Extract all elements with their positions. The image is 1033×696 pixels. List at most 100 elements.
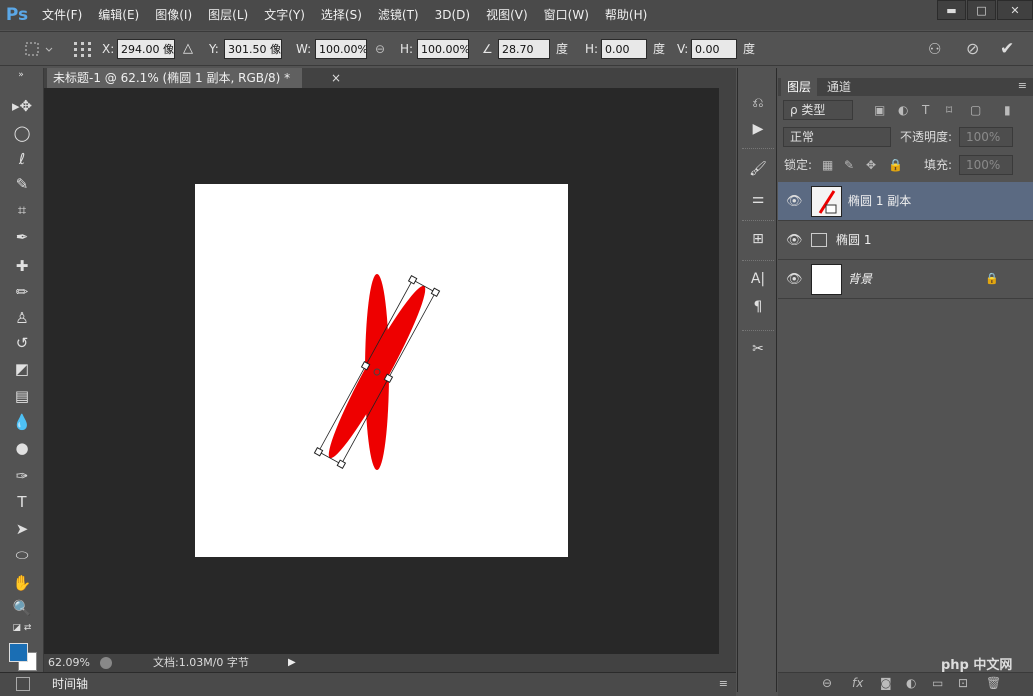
menu-layer[interactable]: 图层(L) — [200, 0, 256, 30]
zoom-level[interactable]: 62.09% — [48, 654, 90, 672]
eyedropper-icon[interactable]: ✒ — [9, 225, 35, 249]
lock-position-icon[interactable]: ✥ — [866, 155, 876, 175]
lock-pixels-icon[interactable]: ✎ — [844, 155, 854, 175]
lock-all-icon[interactable]: 🔒 — [888, 155, 903, 175]
layer-filter-select[interactable]: ρ 类型 — [783, 100, 853, 120]
tab-close-icon[interactable]: × — [331, 68, 341, 88]
swap-colors-icon[interactable]: ◪ ⇄ — [9, 621, 35, 635]
timeline-menu-icon[interactable]: ≡ — [719, 677, 728, 690]
history-panel-icon[interactable]: ⎌ — [746, 92, 770, 114]
maximize-button[interactable]: □ — [967, 0, 996, 20]
menu-filter[interactable]: 滤镜(T) — [370, 0, 427, 30]
type-tool-icon[interactable]: T — [9, 490, 35, 514]
menu-type[interactable]: 文字(Y) — [256, 0, 313, 30]
link-layers-icon[interactable]: ⊖ — [822, 676, 832, 690]
properties-panel-icon[interactable]: ✂ — [746, 338, 770, 360]
eraser-icon[interactable]: ◩ — [9, 357, 35, 381]
timeline-icon[interactable] — [16, 677, 30, 691]
menu-view[interactable]: 视图(V) — [478, 0, 536, 30]
visibility-eye-icon[interactable]: 👁 — [786, 194, 803, 209]
fill-field[interactable]: 100% — [959, 155, 1013, 175]
new-group-icon[interactable]: ▭ — [932, 676, 943, 690]
panel-menu-icon[interactable]: ≡ — [1018, 79, 1027, 92]
visibility-eye-icon[interactable]: 👁 — [786, 233, 803, 248]
tool-presets-icon[interactable]: 🖌 — [746, 158, 770, 180]
menu-help[interactable]: 帮助(H) — [597, 0, 655, 30]
warp-icon[interactable]: ⚇ — [928, 32, 941, 65]
pen-tool-icon[interactable]: ✑ — [9, 464, 35, 488]
menu-file[interactable]: 文件(F) — [34, 0, 90, 30]
transform-tool-icon[interactable] — [22, 32, 54, 65]
timeline-tab[interactable]: 时间轴 — [52, 675, 88, 692]
status-menu-icon[interactable] — [100, 657, 112, 669]
gradient-tool-icon[interactable]: ▤ — [9, 384, 35, 408]
tab-layers[interactable]: 图层 — [781, 78, 818, 96]
history-brush-icon[interactable]: ↺ — [9, 331, 35, 355]
filter-smart-object-icon[interactable]: ▢ — [970, 100, 981, 120]
layer-row-ellipse-copy[interactable]: 👁 椭圆 1 副本 — [778, 182, 1033, 221]
menu-window[interactable]: 窗口(W) — [536, 0, 597, 30]
brush-tool-icon[interactable]: ✏ — [9, 280, 35, 304]
x-field[interactable]: 294.00 像 — [117, 39, 175, 59]
layer-style-icon[interactable]: fx — [852, 676, 863, 690]
canvas-area[interactable] — [44, 88, 719, 654]
filter-pixel-icon[interactable]: ▣ — [874, 100, 885, 120]
reference-point-icon[interactable] — [72, 32, 94, 65]
filter-shape-icon[interactable]: ⌑ — [946, 100, 952, 120]
menu-select[interactable]: 选择(S) — [313, 0, 370, 30]
menu-image[interactable]: 图像(I) — [147, 0, 200, 30]
paragraph-panel-icon[interactable]: ¶ — [746, 296, 770, 318]
clone-stamp-icon[interactable]: ♙ — [9, 306, 35, 330]
document-canvas[interactable] — [195, 184, 568, 557]
filter-adjustment-icon[interactable]: ◐ — [898, 100, 908, 120]
minimize-button[interactable]: ▬ — [937, 0, 966, 20]
path-selection-icon[interactable]: ➤ — [9, 517, 35, 541]
delete-layer-icon[interactable]: 🗑 — [986, 676, 1001, 690]
menu-3d[interactable]: 3D(D) — [427, 0, 478, 30]
visibility-eye-icon[interactable]: 👁 — [786, 272, 803, 287]
crop-tool-icon[interactable]: ⌗ — [9, 198, 35, 222]
adjustments-icon[interactable]: ⚌ — [746, 188, 770, 210]
commit-transform-icon[interactable]: ✔ — [1000, 32, 1014, 65]
hand-tool-icon[interactable]: ✋ — [9, 571, 35, 595]
angle-field[interactable]: 28.70 — [498, 39, 550, 59]
new-layer-icon[interactable]: ⊡ — [958, 676, 968, 690]
layer-name[interactable]: 背景 — [848, 260, 872, 299]
menu-edit[interactable]: 编辑(E) — [90, 0, 147, 30]
quick-select-icon[interactable]: ✎ — [9, 172, 35, 196]
y-field[interactable]: 301.50 像 — [224, 39, 282, 59]
actions-panel-icon[interactable]: ▶ — [746, 118, 770, 140]
lock-transparency-icon[interactable]: ▦ — [822, 155, 833, 175]
collapse-toolbar-icon[interactable]: » — [8, 70, 34, 80]
vskew-field[interactable]: 0.00 — [691, 39, 737, 59]
layer-row-background[interactable]: 👁 背景 🔒 — [778, 260, 1033, 299]
cancel-transform-icon[interactable]: ⊘ — [966, 32, 979, 65]
elliptical-marquee-icon[interactable]: ◯ — [9, 121, 35, 145]
delta-icon[interactable]: △ — [183, 32, 193, 65]
hskew-field[interactable]: 0.00 — [601, 39, 647, 59]
layer-row-ellipse-1[interactable]: 👁 椭圆 1 — [778, 221, 1033, 260]
filter-toggle-icon[interactable]: ▮ — [1004, 100, 1011, 120]
width-field[interactable]: 100.00% — [315, 39, 367, 59]
blur-tool-icon[interactable]: 💧 — [9, 410, 35, 434]
document-tab[interactable]: 未标题-1 @ 62.1% (椭圆 1 副本, RGB/8) * — [47, 68, 302, 88]
tab-channels[interactable]: 通道 — [821, 78, 857, 96]
ellipse-shape-icon[interactable]: ⬭ — [9, 543, 35, 567]
layer-name[interactable]: 椭圆 1 — [836, 221, 871, 260]
lasso-tool-icon[interactable]: ℓ — [9, 147, 35, 171]
move-tool-icon[interactable]: ▸✥ — [9, 94, 35, 118]
foreground-color-swatch[interactable] — [9, 643, 28, 662]
filter-type-icon[interactable]: T — [922, 100, 929, 120]
character-panel-icon[interactable]: A| — [746, 268, 770, 290]
opacity-field[interactable]: 100% — [959, 127, 1013, 147]
link-icon[interactable]: ⊖ — [375, 32, 385, 65]
zoom-tool-icon[interactable]: 🔍 — [9, 596, 35, 620]
blend-mode-select[interactable]: 正常 — [783, 127, 891, 147]
status-expand-arrow-icon[interactable]: ▶ — [288, 654, 296, 672]
vertical-scrollbar[interactable] — [719, 88, 736, 654]
layer-name[interactable]: 椭圆 1 副本 — [848, 182, 911, 221]
dodge-tool-icon[interactable]: ● — [9, 436, 35, 460]
close-button[interactable]: ✕ — [997, 0, 1033, 20]
height-field[interactable]: 100.00% — [417, 39, 469, 59]
healing-brush-icon[interactable]: ✚ — [9, 254, 35, 278]
